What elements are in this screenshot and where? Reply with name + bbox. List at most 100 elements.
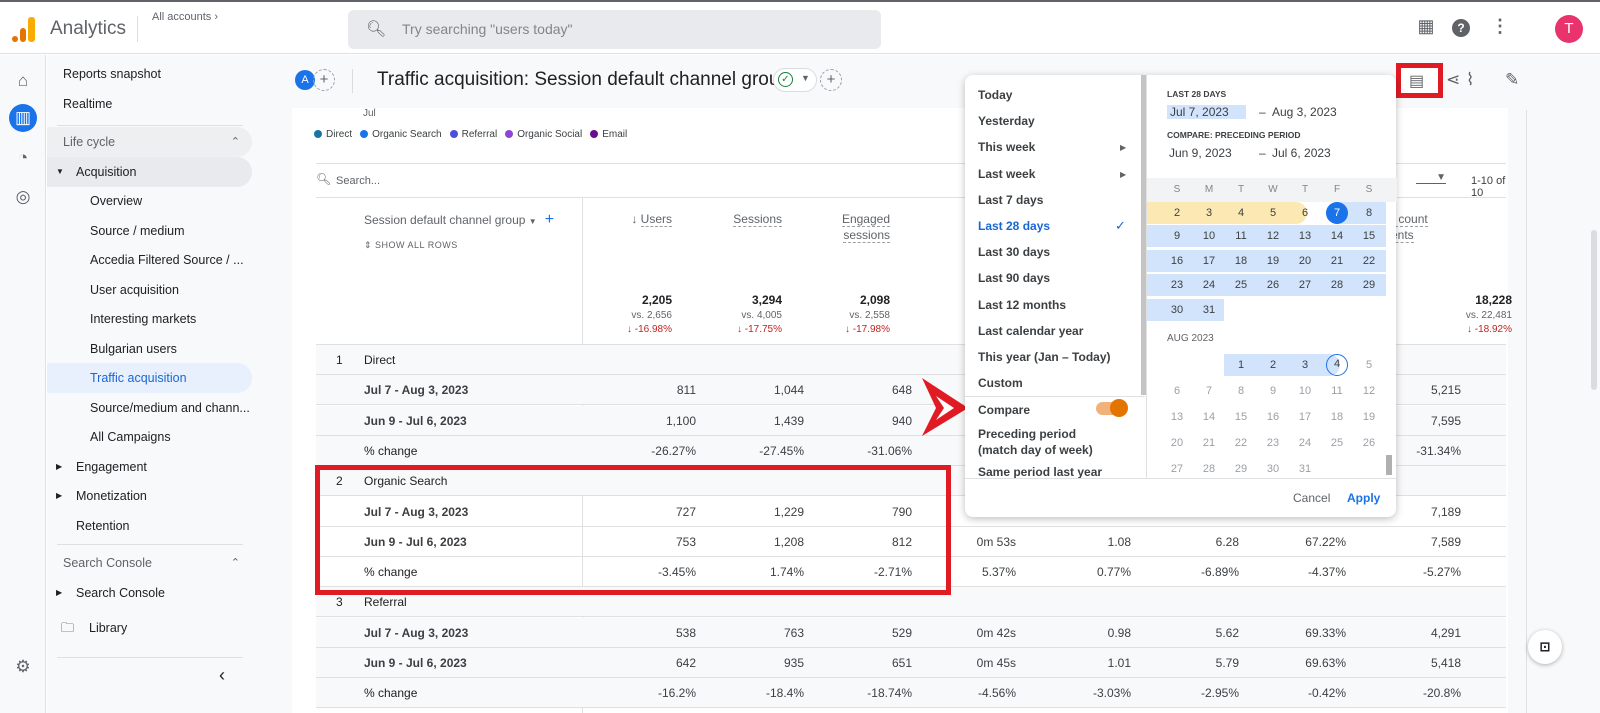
nav-section-search-console[interactable]: Search Console ⌃ bbox=[47, 548, 252, 578]
calendar-day[interactable]: 4 bbox=[1326, 354, 1348, 376]
nav-monetization[interactable]: ▶ Monetization bbox=[47, 481, 252, 511]
metric-header[interactable]: nt count vents bbox=[1385, 211, 1475, 243]
calendar-day[interactable]: 31 bbox=[1193, 299, 1225, 321]
calendar-day[interactable]: 5 bbox=[1257, 202, 1289, 224]
nav-engagement[interactable]: ▶ Engagement bbox=[47, 452, 252, 482]
analytics-logo-icon[interactable] bbox=[12, 16, 36, 42]
nav-section-life-cycle[interactable]: Life cycle ⌃ bbox=[47, 127, 252, 157]
page-scrollbar[interactable] bbox=[1591, 230, 1597, 390]
preset-today[interactable]: Today bbox=[978, 88, 1012, 102]
calendar-day[interactable]: 24 bbox=[1289, 432, 1321, 454]
compare-start-input[interactable]: Jun 9, 2023 bbox=[1169, 146, 1232, 160]
preset-last-30-days[interactable]: Last 30 days bbox=[978, 245, 1050, 259]
nav-user-acquisition[interactable]: User acquisition bbox=[47, 275, 252, 305]
compare-option-last-year[interactable]: Same period last year bbox=[978, 465, 1102, 479]
calendar-day[interactable]: 8 bbox=[1225, 380, 1257, 402]
calendar-day[interactable]: 14 bbox=[1193, 406, 1225, 428]
add-comparison-button[interactable]: + bbox=[313, 69, 335, 91]
nav-accedia-filtered[interactable]: Accedia Filtered Source / ... bbox=[47, 245, 252, 275]
report-status-dropdown[interactable]: ✓ ▼ bbox=[773, 68, 817, 92]
collapse-nav-chevron-left-icon[interactable]: ‹ bbox=[219, 665, 225, 686]
calendar-day[interactable]: 30 bbox=[1161, 299, 1193, 321]
calendar-day[interactable]: 30 bbox=[1257, 458, 1289, 480]
table-row[interactable]: Jul 7 - Aug 3, 2023 538 763 529 0m 42s 0.98 5.… bbox=[316, 617, 1506, 648]
comparison-chip[interactable]: A bbox=[295, 70, 315, 90]
nav-source-medium-channel[interactable]: Source/medium and chann... bbox=[47, 393, 252, 423]
share-icon[interactable]: ⋖ bbox=[1446, 70, 1460, 90]
metric-header[interactable]: ↓ Users bbox=[582, 211, 672, 227]
calendar-day[interactable]: 29 bbox=[1225, 458, 1257, 480]
preset-last-calendar-year[interactable]: Last calendar year bbox=[978, 324, 1083, 338]
calendar-day[interactable]: 8 bbox=[1353, 202, 1385, 224]
calendar-day[interactable]: 12 bbox=[1257, 225, 1289, 247]
calendar-day[interactable]: 7 bbox=[1193, 380, 1225, 402]
calendar-day[interactable]: 25 bbox=[1321, 432, 1353, 454]
start-date-input[interactable]: Jul 7, 2023 bbox=[1167, 105, 1246, 119]
calendar-day[interactable]: 15 bbox=[1225, 406, 1257, 428]
calendar-day[interactable]: 19 bbox=[1353, 406, 1385, 428]
metric-header[interactable]: Sessions bbox=[692, 211, 782, 227]
calendar-day[interactable]: 11 bbox=[1321, 380, 1353, 402]
nav-overview[interactable]: Overview bbox=[47, 186, 252, 216]
calendar-day[interactable]: 18 bbox=[1225, 250, 1257, 272]
calendar-day[interactable]: 20 bbox=[1161, 432, 1193, 454]
calendar-day[interactable]: 28 bbox=[1321, 274, 1353, 296]
show-all-rows-button[interactable]: ⇕ SHOW ALL ROWS bbox=[364, 240, 458, 251]
avatar[interactable]: T bbox=[1555, 15, 1583, 43]
nav-source-medium[interactable]: Source / medium bbox=[47, 216, 252, 246]
legend-item[interactable]: Email bbox=[590, 129, 627, 140]
more-vert-icon[interactable]: ⋮ bbox=[1488, 16, 1512, 37]
calendar-day[interactable]: 1 bbox=[1225, 354, 1257, 376]
calendar-day[interactable]: 13 bbox=[1161, 406, 1193, 428]
calendar-day[interactable]: 21 bbox=[1321, 250, 1353, 272]
calendar-day[interactable]: 19 bbox=[1257, 250, 1289, 272]
nav-reports-snapshot[interactable]: Reports snapshot bbox=[47, 59, 252, 89]
preset-yesterday[interactable]: Yesterday bbox=[978, 114, 1035, 128]
nav-realtime[interactable]: Realtime bbox=[47, 89, 252, 119]
apps-grid-icon[interactable]: ▦ bbox=[1414, 16, 1438, 37]
calendar-day[interactable]: 13 bbox=[1289, 225, 1321, 247]
table-row[interactable]: Jun 9 - Jul 6, 2023 642 935 651 0m 45s 1.01 5.… bbox=[316, 648, 1506, 678]
calendar-day[interactable]: 5 bbox=[1353, 354, 1385, 376]
calendar-day[interactable]: 16 bbox=[1257, 406, 1289, 428]
preset-last-28-days[interactable]: Last 28 days bbox=[978, 219, 1050, 233]
calendar-day[interactable]: 14 bbox=[1321, 225, 1353, 247]
nav-all-campaigns[interactable]: All Campaigns bbox=[47, 422, 252, 452]
calendar-day[interactable]: 10 bbox=[1289, 380, 1321, 402]
metric-header[interactable]: Engaged sessions bbox=[800, 211, 890, 243]
calendar-day[interactable]: 22 bbox=[1353, 250, 1385, 272]
calendar-day[interactable]: 28 bbox=[1193, 458, 1225, 480]
preset-last-12-months[interactable]: Last 12 months bbox=[978, 298, 1066, 312]
calendar-day[interactable]: 16 bbox=[1161, 250, 1193, 272]
calendar-day[interactable]: 15 bbox=[1353, 225, 1385, 247]
nav-library[interactable]: 🗀 Library bbox=[47, 613, 252, 643]
calendar-day[interactable]: 10 bbox=[1193, 225, 1225, 247]
rows-per-page-select[interactable]: ▼ bbox=[1416, 172, 1446, 184]
preset-this-year-jan-today-[interactable]: This year (Jan – Today) bbox=[978, 350, 1111, 364]
add-dimension-plus-icon[interactable]: + bbox=[545, 211, 554, 228]
end-date-input[interactable]: Aug 3, 2023 bbox=[1272, 105, 1337, 119]
compare-toggle[interactable] bbox=[1096, 399, 1128, 417]
explore-icon[interactable]: ◔ bbox=[9, 144, 37, 172]
preset-last-90-days[interactable]: Last 90 days bbox=[978, 271, 1050, 285]
add-filter-button[interactable]: + bbox=[820, 69, 842, 91]
calendar-day[interactable]: 26 bbox=[1353, 432, 1385, 454]
calendar-day[interactable]: 21 bbox=[1193, 432, 1225, 454]
nav-interesting-markets[interactable]: Interesting markets bbox=[47, 304, 252, 334]
advertising-icon[interactable]: ◎ bbox=[9, 183, 37, 211]
help-icon[interactable]: ? bbox=[1452, 19, 1470, 37]
nav-retention[interactable]: Retention bbox=[47, 511, 252, 541]
calendar-day[interactable]: 26 bbox=[1257, 274, 1289, 296]
calendar-scrollbar[interactable] bbox=[1386, 455, 1392, 475]
preset-last-7-days[interactable]: Last 7 days bbox=[978, 193, 1043, 207]
edit-pencil-icon[interactable]: ✎ bbox=[1505, 70, 1519, 90]
table-row[interactable]: % change -16.2% -18.4% -18.74% -4.56% -3.03% -… bbox=[316, 678, 1506, 709]
calendar-day[interactable]: 23 bbox=[1257, 432, 1289, 454]
calendar-day[interactable]: 22 bbox=[1225, 432, 1257, 454]
calendar-day[interactable]: 17 bbox=[1193, 250, 1225, 272]
calendar-day[interactable]: 18 bbox=[1321, 406, 1353, 428]
calendar-day[interactable]: 25 bbox=[1225, 274, 1257, 296]
calendar-day[interactable]: 31 bbox=[1289, 458, 1321, 480]
calendar-day[interactable]: 9 bbox=[1257, 380, 1289, 402]
compare-option-preceding[interactable]: Preceding period (match day of week) bbox=[978, 426, 1093, 458]
